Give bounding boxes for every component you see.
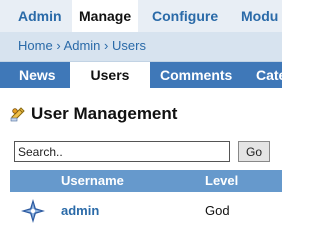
breadcrumb-home[interactable]: Home — [18, 38, 53, 53]
star-avatar-icon — [20, 198, 46, 224]
tab-categories[interactable]: Cate — [256, 62, 286, 88]
table-row: admin God — [10, 192, 282, 230]
user-management-icon — [10, 106, 26, 122]
topnav-item-configure[interactable]: Configure — [152, 0, 218, 32]
page-title: User Management — [31, 104, 178, 123]
username-link[interactable]: admin — [61, 192, 99, 230]
go-button[interactable]: Go — [238, 141, 270, 162]
table-header: Username Level — [10, 170, 282, 192]
column-header-username[interactable]: Username — [61, 170, 124, 192]
topnav-item-manage[interactable]: Manage — [72, 0, 139, 32]
tab-users[interactable]: Users — [70, 62, 150, 88]
sub-navigation: News Users Comments Cate — [0, 62, 286, 88]
breadcrumb-admin[interactable]: Admin — [64, 38, 101, 53]
breadcrumb-separator: › — [104, 38, 109, 53]
search-input[interactable] — [14, 141, 230, 162]
user-level: God — [205, 203, 230, 218]
topnav-item-modules[interactable]: Modu — [241, 0, 278, 32]
column-header-level[interactable]: Level — [205, 170, 238, 192]
breadcrumb-users[interactable]: Users — [112, 38, 146, 53]
topnav-item-admin[interactable]: Admin — [18, 0, 62, 32]
tab-comments[interactable]: Comments — [160, 62, 232, 88]
top-navigation: Admin Manage Configure Modu — [0, 0, 282, 32]
breadcrumb: Home › Admin › Users — [0, 32, 282, 62]
breadcrumb-separator: › — [56, 38, 61, 53]
tab-news[interactable]: News — [19, 62, 56, 88]
